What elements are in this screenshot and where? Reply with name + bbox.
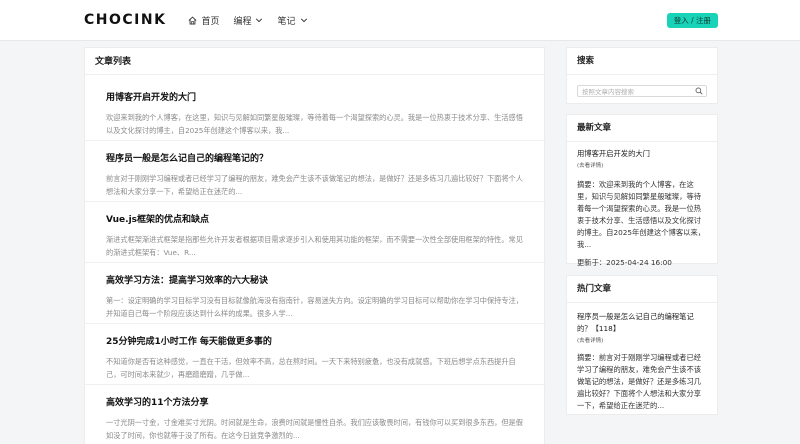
chevron-down-icon	[300, 18, 307, 23]
list-item[interactable]: 25分钟完成1小时工作 每天能做更多事的 不知道你是否有这种感觉，一直在干活，但…	[106, 336, 526, 381]
divider	[85, 201, 546, 202]
site-logo[interactable]: CHOCINK	[84, 12, 166, 28]
nav-label-home: 首页	[201, 16, 220, 27]
divider	[85, 140, 546, 141]
article-summary: 不知道你是否有这种感觉，一直在干活，但效率不高，总在熬时间。一天下来特别疲惫，也…	[106, 357, 516, 379]
hot-article-title[interactable]: 程序员一般是怎么记自己的编程笔记的？【118】	[577, 311, 707, 335]
divider	[85, 323, 546, 324]
nav-item-home[interactable]: 首页	[188, 14, 219, 27]
home-icon	[189, 15, 197, 25]
main-nav: 首页 编程 笔记	[188, 14, 307, 27]
hot-article-summary: 摘要：前言对于刚刚学习编程或者已经学习了编程的朋友，难免会产生该不该做笔记的想法…	[577, 353, 702, 410]
search-input[interactable]	[578, 87, 698, 97]
search-panel: 搜索	[566, 47, 718, 104]
article-title[interactable]: 程序员一般是怎么记自己的编程笔记的？	[106, 153, 526, 165]
article-title[interactable]: 用博客开启开发的大门	[106, 92, 526, 104]
list-item[interactable]: 用博客开启开发的大门 欢迎来到我的个人博客，在这里，知识与见解如同繁星般璀璨，等…	[106, 92, 526, 137]
article-summary: 渐进式框架渐进式框架是指那些允许开发者根据项目需求逐步引入和使用其功能的框架，而…	[106, 235, 523, 257]
latest-article-title[interactable]: 用博客开启开发的大门	[577, 148, 707, 160]
latest-articles-panel: 最新文章 用博客开启开发的大门 (去看详情) 摘要：欢迎来到我的个人博客，在这里…	[566, 114, 718, 267]
latest-updated-time: 更新于：2025-04-24 16:00	[577, 258, 672, 267]
list-item[interactable]: 程序员一般是怎么记自己的编程笔记的？ 前言对于刚刚学习编程或者已经学习了编程的朋…	[106, 153, 526, 198]
latest-panel-title: 最新文章	[567, 115, 717, 142]
divider	[85, 262, 546, 263]
article-summary: 第一：设定明确的学习目标学习没有目标就像航海没有指南针，容易迷失方向。设定明确的…	[106, 296, 523, 318]
search-icon[interactable]	[695, 87, 703, 95]
article-summary: 欢迎来到我的个人博客，在这里，知识与见解如同繁星般璀璨，等待着每一个渴望探索的心…	[106, 113, 523, 135]
article-title[interactable]: 高效学习的11个方法分享	[106, 397, 526, 409]
article-summary: 前言对于刚刚学习编程或者已经学习了编程的朋友，难免会产生该不该做笔记的想法，是做…	[106, 174, 523, 196]
article-title[interactable]: 高效学习方法：提高学习效率的六大秘诀	[106, 275, 526, 287]
article-list-title: 文章列表	[85, 48, 544, 75]
hot-detail-link[interactable]: (去看详情)	[577, 336, 707, 344]
article-list-panel: 文章列表 用博客开启开发的大门 欢迎来到我的个人博客，在这里，知识与见解如同繁星…	[84, 47, 546, 444]
search-box	[577, 85, 707, 97]
nav-item-notes[interactable]: 笔记	[277, 14, 307, 27]
list-item[interactable]: 高效学习方法：提高学习效率的六大秘诀 第一：设定明确的学习目标学习没有目标就像航…	[106, 275, 526, 320]
list-item[interactable]: Vue.js框架的优点和缺点 渐进式框架渐进式框架是指那些允许开发者根据项目需求…	[106, 214, 526, 259]
chevron-down-icon	[256, 18, 263, 23]
divider	[85, 384, 546, 385]
search-panel-title: 搜索	[567, 48, 717, 75]
nav-label-programming: 编程	[233, 16, 252, 27]
hot-panel-title: 热门文章	[567, 276, 717, 303]
article-title[interactable]: Vue.js框架的优点和缺点	[106, 214, 526, 226]
latest-article-summary: 摘要：欢迎来到我的个人博客，在这里，知识与见解如同繁星般璀璨，等待着每一个渴望探…	[577, 180, 706, 249]
list-item[interactable]: 高效学习的11个方法分享 一寸光阴一寸金，寸金难买寸光阴。时间就是生命，浪费时间…	[106, 397, 526, 442]
top-navbar: CHOCINK 首页 编程 笔记 登入 / 注册	[0, 0, 800, 41]
login-register-button[interactable]: 登入 / 注册	[666, 13, 718, 28]
nav-item-programming[interactable]: 编程	[233, 14, 263, 27]
nav-label-notes: 笔记	[277, 16, 296, 27]
latest-detail-link[interactable]: (去看详情)	[577, 161, 707, 169]
hot-articles-panel: 热门文章 程序员一般是怎么记自己的编程笔记的？【118】 (去看详情) 摘要：前…	[566, 275, 718, 415]
article-summary: 一寸光阴一寸金，寸金难买寸光阴。时间就是生命，浪费时间就是慢性自杀。我们应该敬畏…	[106, 418, 523, 440]
article-title[interactable]: 25分钟完成1小时工作 每天能做更多事的	[106, 336, 526, 348]
